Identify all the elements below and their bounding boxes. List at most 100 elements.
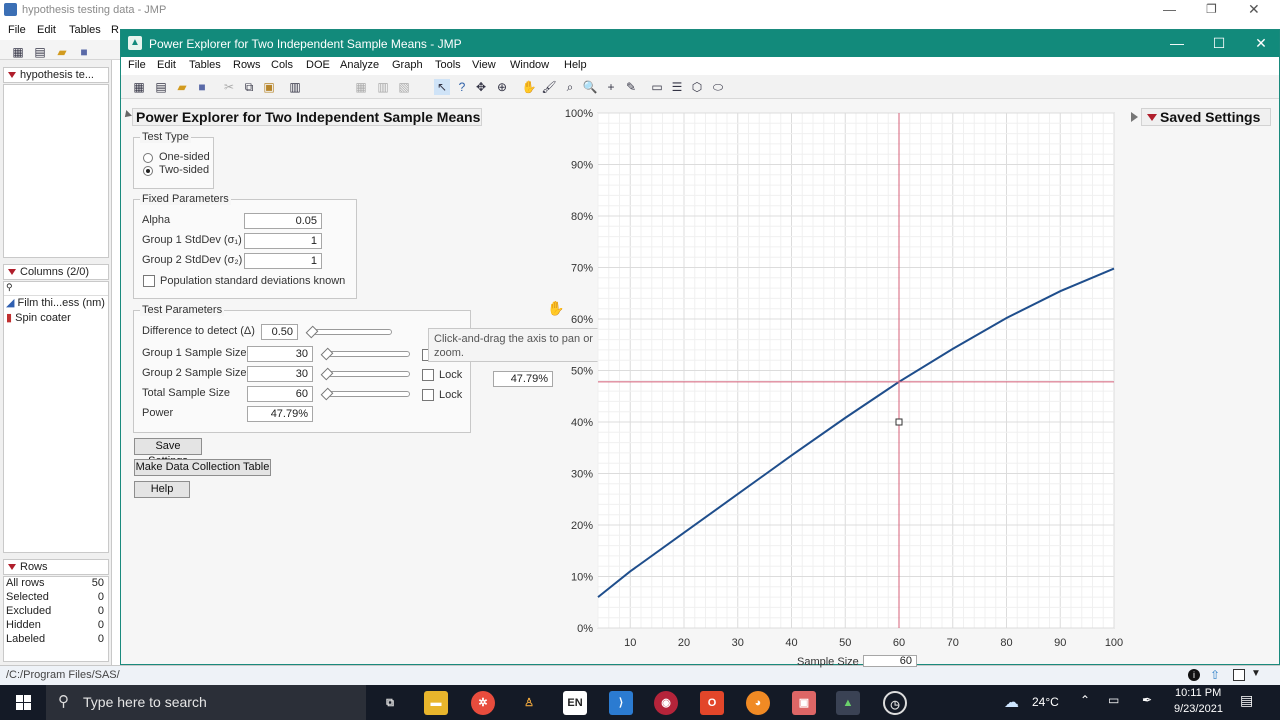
red-triangle-icon[interactable]	[1147, 114, 1157, 121]
menu-rows[interactable]: Rows	[233, 59, 261, 71]
open-folder-icon[interactable]: ▰	[54, 44, 70, 60]
rows-header[interactable]: Rows	[3, 559, 109, 575]
menu-analyze[interactable]: Analyze	[340, 59, 379, 71]
menu-graph[interactable]: Graph	[392, 59, 423, 71]
sd-known-checkbox[interactable]	[143, 275, 155, 287]
n2-slider[interactable]	[324, 371, 410, 377]
start-button[interactable]	[0, 685, 46, 720]
search-icon[interactable]: ⚲	[4, 282, 108, 296]
grabber-hand-icon[interactable]: ✋	[521, 79, 537, 95]
tray-chevron-icon[interactable]: ⌃	[1080, 693, 1090, 707]
n1-field[interactable]: 30	[247, 346, 313, 362]
crosshair-tool-icon[interactable]: ⊕	[494, 79, 510, 95]
sd1-field[interactable]: 1	[244, 233, 322, 249]
save-icon[interactable]: ■	[194, 79, 210, 95]
bg-menu-rows[interactable]: R	[111, 24, 119, 36]
clock-date[interactable]: 9/23/2021	[1174, 703, 1223, 715]
line-tool-icon[interactable]: ☰	[669, 79, 685, 95]
selection-tool-icon[interactable]: ✥	[473, 79, 489, 95]
vscode-icon[interactable]: ⟩	[609, 691, 633, 715]
help-tool-icon[interactable]: ?	[454, 79, 470, 95]
oval-tool-icon[interactable]: ⬭	[710, 79, 726, 95]
maximize-button[interactable]: ☐	[1199, 33, 1239, 53]
menu-window[interactable]: Window	[510, 59, 549, 71]
diff-slider-thumb[interactable]	[305, 325, 319, 339]
n2-lock-checkbox[interactable]	[422, 369, 434, 381]
pen-icon[interactable]: ✒	[1142, 693, 1152, 707]
diff-field[interactable]: 0.50	[261, 324, 298, 340]
window-icon[interactable]	[1233, 669, 1245, 681]
save-settings-button[interactable]: Save Settings	[134, 438, 202, 467]
notifications-icon[interactable]: ▤	[1240, 692, 1253, 709]
total-slider[interactable]	[324, 391, 410, 397]
magnifier-icon[interactable]: 🔍	[582, 79, 598, 95]
dropdown-icon[interactable]: ▼	[1251, 668, 1261, 679]
info-icon[interactable]: i	[1188, 669, 1200, 681]
menu-tools[interactable]: Tools	[435, 59, 461, 71]
grid-icon[interactable]: ▧	[396, 79, 412, 95]
list-item[interactable]: ◢ Film thi...ess (nm)	[4, 296, 108, 311]
polygon-tool-icon[interactable]: ⬡	[689, 79, 705, 95]
chart-icon[interactable]: ▥	[375, 79, 391, 95]
copy-icon[interactable]: ⧉	[241, 79, 257, 95]
alpha-field[interactable]: 0.05	[244, 213, 322, 229]
menu-edit[interactable]: Edit	[157, 59, 176, 71]
make-data-collection-table-button[interactable]: Make Data Collection Table	[134, 459, 271, 476]
up-arrow-icon[interactable]: ⇧	[1210, 668, 1220, 682]
diff-slider[interactable]	[308, 329, 392, 335]
save-icon[interactable]: ■	[76, 44, 92, 60]
new-script-icon[interactable]: ▤	[153, 79, 169, 95]
red-triangle-icon[interactable]	[8, 269, 16, 275]
power-field[interactable]: 47.79%	[247, 406, 313, 422]
bg-menu-edit[interactable]: Edit	[37, 24, 56, 36]
bg-minimize-button[interactable]: —	[1163, 2, 1176, 17]
app-icon-red[interactable]: ✲	[471, 691, 495, 715]
menu-view[interactable]: View	[472, 59, 496, 71]
minimize-button[interactable]: —	[1157, 33, 1197, 53]
one-sided-radio[interactable]	[143, 153, 153, 163]
clock-app-icon[interactable]: ◷	[883, 691, 907, 715]
n2-slider-thumb[interactable]	[320, 367, 334, 381]
bg-restore-button[interactable]: ❐	[1206, 2, 1217, 16]
cut-icon[interactable]: ✂	[221, 79, 237, 95]
firefox-icon[interactable]: ◕	[746, 691, 770, 715]
menu-tables[interactable]: Tables	[189, 59, 221, 71]
app-icon-image[interactable]: ▣	[792, 691, 816, 715]
taskbar-search[interactable]: ⚲ Type here to search	[46, 685, 366, 720]
power-readout[interactable]: 47.79%	[493, 371, 553, 387]
close-button[interactable]: ✕	[1241, 33, 1280, 53]
help-button[interactable]: Help	[134, 481, 190, 498]
total-field[interactable]: 60	[247, 386, 313, 402]
app-icon-en[interactable]: EN	[563, 691, 587, 715]
report-title[interactable]: Power Explorer for Two Independent Sampl…	[132, 108, 482, 126]
total-lock-checkbox[interactable]	[422, 389, 434, 401]
menu-cols[interactable]: Cols	[271, 59, 293, 71]
new-script-icon[interactable]: ▤	[32, 44, 48, 60]
outline-collapsed-icon[interactable]	[1131, 112, 1138, 122]
jmp-taskbar-icon[interactable]: ▲	[836, 691, 860, 715]
red-triangle-icon[interactable]	[8, 72, 16, 78]
n1-slider[interactable]	[324, 351, 410, 357]
bg-menu-tables[interactable]: Tables	[69, 24, 101, 36]
menu-help[interactable]: Help	[564, 59, 587, 71]
crosshair-handle[interactable]	[895, 418, 903, 426]
arrow-tool-icon[interactable]: ↖	[434, 79, 450, 95]
n2-field[interactable]: 30	[247, 366, 313, 382]
table-name-header[interactable]: hypothesis te...	[3, 67, 109, 83]
new-table-icon[interactable]: ▦	[10, 44, 26, 60]
two-sided-radio[interactable]	[143, 166, 153, 176]
brush-tool-icon[interactable]: 🖌	[541, 79, 557, 95]
file-explorer-icon[interactable]: ▬	[424, 691, 448, 715]
battery-icon[interactable]: ▭	[1108, 693, 1119, 707]
weather-temp[interactable]: 24°C	[1032, 695, 1059, 709]
app-icon-tool[interactable]: ♙	[517, 691, 541, 715]
task-view-icon[interactable]: ⧉	[378, 691, 402, 715]
annotate-icon[interactable]: ✎	[623, 79, 639, 95]
paste-icon[interactable]: ▣	[261, 79, 277, 95]
app-icon-dark-red[interactable]: ◉	[654, 691, 678, 715]
power-curve-chart[interactable]: 0% 10% 20% 30% 40% 50% 60% 70% 80% 90% 100% 10 20 30…	[560, 100, 1140, 670]
bg-menu-file[interactable]: File	[8, 24, 26, 36]
sd2-field[interactable]: 1	[244, 253, 322, 269]
menu-doe[interactable]: DOE	[306, 59, 330, 71]
saved-settings-header[interactable]: Saved Settings	[1141, 108, 1271, 126]
